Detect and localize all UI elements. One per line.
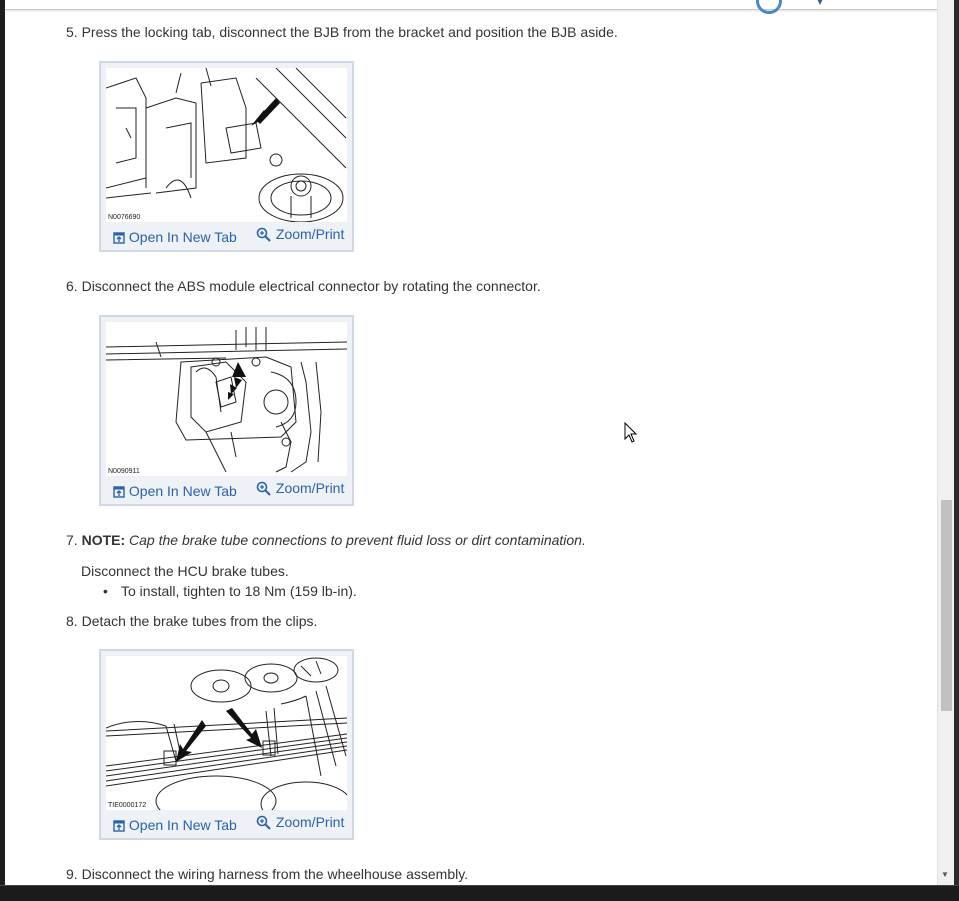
step-5: 5. Press the locking tab, disconnect the… [66, 24, 618, 40]
step-7-bullet: To install, tighten to 18 Nm (159 lb-in)… [121, 583, 357, 599]
top-toolbar: ▾ [5, 0, 937, 14]
zoom-magnifier-icon [256, 815, 271, 831]
profile-icon[interactable] [756, 0, 782, 14]
open-in-new-tab-link[interactable]: Open In New Tab [113, 817, 237, 833]
step-7-instruction: Disconnect the HCU brake tubes. [81, 563, 289, 579]
step-text: Disconnect the ABS module electrical con… [81, 278, 541, 294]
zoom-magnifier-icon [256, 227, 271, 243]
zoom-print-link[interactable]: Zoom/Print [256, 480, 344, 497]
open-new-tab-icon [113, 820, 125, 832]
scrollbar-thumb[interactable] [941, 500, 952, 711]
mouse-pointer-icon [624, 422, 638, 443]
step-7: 7. NOTE: Cap the brake tube connections … [66, 532, 586, 548]
step-text: Press the locking tab, disconnect the BJ… [81, 24, 618, 40]
zoom-print-link[interactable]: Zoom/Print [256, 226, 344, 243]
open-in-new-tab-label: Open In New Tab [128, 483, 237, 499]
step-number: 7. [66, 532, 78, 548]
figure-id: N0090911 [108, 468, 140, 475]
step-number: 9. [66, 866, 78, 882]
vertical-scrollbar[interactable]: ▼ [937, 0, 954, 885]
open-new-tab-icon [113, 486, 125, 498]
figure-2: N0090911 Open In New Tab Zoom/Print [99, 315, 354, 506]
zoom-print-label: Zoom/Print [275, 814, 345, 830]
figure-1: N0076690 Open In New Tab Zoom/Print [99, 61, 354, 252]
page-viewport: ▾ 5. Press the locking tab, disconnect t… [5, 0, 937, 885]
window-bottom-border [0, 885, 959, 901]
step-text: Disconnect the wiring harness from the w… [81, 866, 469, 882]
bullet-dot: • [103, 583, 108, 599]
step-number: 5. [66, 24, 78, 40]
zoom-magnifier-icon [256, 481, 271, 497]
note-label: NOTE: [81, 532, 126, 548]
figure-id: N0076690 [108, 214, 141, 221]
open-in-new-tab-label: Open In New Tab [128, 817, 237, 833]
figure-id: TIE0000172 [108, 802, 147, 809]
zoom-print-link[interactable]: Zoom/Print [256, 814, 344, 831]
step-number: 6. [66, 278, 78, 294]
open-in-new-tab-link[interactable]: Open In New Tab [113, 483, 237, 499]
figure-illustration[interactable]: TIE0000172 [106, 656, 347, 810]
step-8: 8. Detach the brake tubes from the clips… [66, 613, 317, 629]
zoom-print-label: Zoom/Print [275, 226, 345, 242]
note-text: Cap the brake tube connections to preven… [129, 532, 586, 548]
figure-actions: Open In New Tab Zoom/Print [101, 226, 352, 250]
open-in-new-tab-link[interactable]: Open In New Tab [113, 229, 237, 245]
open-in-new-tab-label: Open In New Tab [128, 229, 237, 245]
zoom-print-label: Zoom/Print [275, 480, 345, 496]
figure-3: TIE0000172 Open In New Tab Zoom/Print [99, 649, 354, 840]
step-9: 9. Disconnect the wiring harness from th… [66, 866, 468, 882]
window-border [954, 0, 959, 901]
figure-illustration[interactable]: N0076690 [106, 68, 347, 222]
figure-actions: Open In New Tab Zoom/Print [101, 814, 352, 838]
figure-actions: Open In New Tab Zoom/Print [101, 480, 352, 504]
scroll-down-arrow-icon[interactable]: ▼ [941, 870, 949, 879]
step-6: 6. Disconnect the ABS module electrical … [66, 278, 541, 294]
open-new-tab-icon [113, 232, 125, 244]
step-number: 8. [66, 613, 78, 629]
step-text: Detach the brake tubes from the clips. [81, 613, 318, 629]
chevron-down-icon[interactable]: ▾ [817, 0, 823, 8]
figure-illustration[interactable]: N0090911 [106, 322, 347, 476]
